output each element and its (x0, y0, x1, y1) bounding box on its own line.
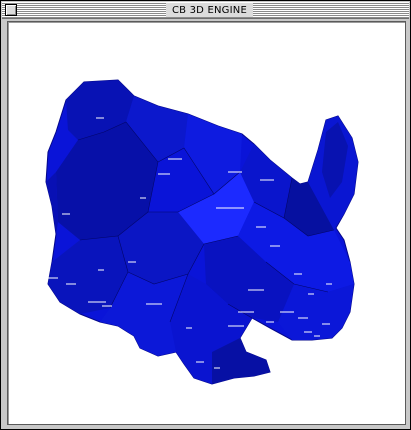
app-window: CB 3D ENGINE (0, 0, 411, 430)
facet-tail (46, 172, 58, 234)
close-box-icon[interactable] (5, 4, 17, 16)
window-title: CB 3D ENGINE (166, 3, 253, 17)
render-viewport[interactable] (7, 21, 406, 425)
title-bar[interactable]: CB 3D ENGINE (2, 2, 409, 19)
rendered-3d-bunny (45, 79, 359, 385)
window-bottom-edge (2, 425, 409, 429)
